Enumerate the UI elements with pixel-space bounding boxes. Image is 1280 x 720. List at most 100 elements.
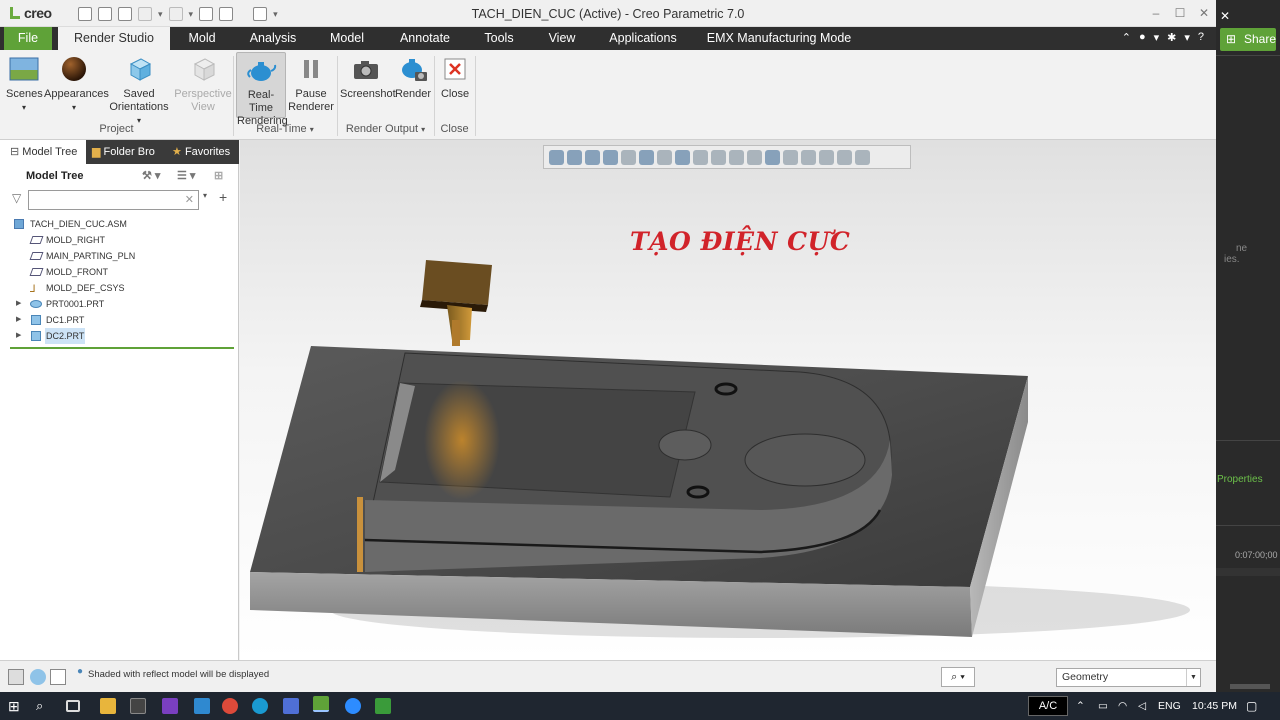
share-label: Share xyxy=(1244,32,1277,46)
tab-favorites[interactable]: ★ Favorites xyxy=(164,140,239,164)
camtasia-icon[interactable] xyxy=(375,698,391,714)
tab-model-tree[interactable]: ⊟ Model Tree xyxy=(0,140,86,164)
dropdown-icon[interactable]: ▾ xyxy=(1154,31,1160,44)
pause-renderer-button[interactable]: Pause Renderer xyxy=(288,52,334,114)
close-render-button[interactable]: Close xyxy=(438,52,472,101)
divider xyxy=(1216,525,1280,526)
tab-analysis[interactable]: Analysis xyxy=(243,27,303,50)
datum-plane-icon xyxy=(29,268,44,276)
visual-studio-icon[interactable] xyxy=(162,698,178,714)
appearances-button[interactable]: Appearances ▾ xyxy=(44,52,109,114)
edge-icon[interactable] xyxy=(252,698,268,714)
maximize-icon[interactable]: ☐ xyxy=(1168,0,1192,27)
help-icon[interactable]: ? xyxy=(1198,31,1204,44)
lightbulb-icon[interactable]: ● xyxy=(1139,31,1146,44)
battery-icon[interactable]: ▭ xyxy=(1098,692,1108,720)
part-icon xyxy=(31,315,41,325)
share-button[interactable]: ⊞ Share xyxy=(1220,28,1276,51)
dropdown-icon-2[interactable]: ▾ xyxy=(1184,31,1190,44)
perspective-view-button[interactable]: Perspective View xyxy=(174,52,232,114)
scrollbar[interactable] xyxy=(1230,684,1270,689)
tree-columns-icon[interactable]: ☰ ▾ xyxy=(177,164,195,188)
status-message: Shaded with reflect model will be displa… xyxy=(88,669,270,680)
tree-node-mold-right[interactable]: MOLD_RIGHT xyxy=(10,232,236,248)
collapse-ribbon-icon[interactable]: ⌃ xyxy=(1122,31,1131,44)
search-icon[interactable]: ⌕ xyxy=(36,698,52,714)
mold-model-render xyxy=(250,260,1190,638)
close-icon[interactable]: ✕ xyxy=(1192,0,1216,27)
tab-annotate[interactable]: Annotate xyxy=(392,27,458,50)
settings-icon[interactable]: ✱ xyxy=(1167,31,1176,44)
render-button[interactable]: Render xyxy=(394,52,432,101)
chrome-icon[interactable] xyxy=(222,698,238,714)
tree-node-dc2[interactable]: ▶ DC2.PRT xyxy=(10,328,236,344)
tree-node-dc1[interactable]: ▶ DC1.PRT xyxy=(10,312,236,328)
ac-indicator[interactable]: A/C xyxy=(1028,696,1068,716)
tree-node-mold-def-csys[interactable]: ⅃ MOLD_DEF_CSYS xyxy=(10,280,236,296)
properties-link[interactable]: Properties xyxy=(1217,474,1263,485)
tray-chevron-icon[interactable]: ⌃ xyxy=(1076,692,1085,720)
wifi-icon[interactable]: ◠ xyxy=(1118,692,1127,720)
volume-icon[interactable]: ◁ xyxy=(1138,692,1146,720)
selection-filter-value: Geometry xyxy=(1062,671,1109,683)
selection-filter-dropdown[interactable]: Geometry ▼ xyxy=(1056,668,1201,687)
mail-icon[interactable] xyxy=(283,698,299,714)
tree-toggle-icon[interactable] xyxy=(8,669,24,685)
screenshot-button[interactable]: Screenshot xyxy=(340,52,396,101)
model-tree: TACH_DIEN_CUC.ASM MOLD_RIGHT MAIN_PARTIN… xyxy=(10,216,236,344)
real-time-rendering-button[interactable]: Real-Time Rendering xyxy=(236,52,288,127)
tab-render-studio[interactable]: Render Studio xyxy=(58,27,170,50)
tab-favorites-label: Favorites xyxy=(184,146,231,158)
graphics-viewport[interactable]: TẠO ĐIỆN CỰC xyxy=(240,140,1216,660)
tree-node-assembly[interactable]: TACH_DIEN_CUC.ASM xyxy=(10,216,236,232)
model-tree-panel: ⊟ Model Tree ▆ Folder Bro ★ Favorites Mo… xyxy=(0,140,239,660)
search-dropdown-icon[interactable]: ▾ xyxy=(203,191,207,200)
browser-toggle-icon[interactable] xyxy=(30,669,46,685)
tab-model[interactable]: Model xyxy=(317,27,377,50)
tree-settings-icon[interactable]: ⚒ ▾ xyxy=(142,164,160,188)
task-view-icon[interactable] xyxy=(66,700,80,712)
expand-icon[interactable]: ▶ xyxy=(16,296,21,312)
media-player-icon[interactable] xyxy=(130,698,146,714)
scenes-button[interactable]: Scenes ▾ xyxy=(6,52,43,114)
file-explorer-icon[interactable] xyxy=(100,698,116,714)
language-indicator[interactable]: ENG xyxy=(1158,692,1181,720)
minimize-icon[interactable]: – xyxy=(1144,0,1168,27)
find-binoculars-icon[interactable]: ⌕ ▾ xyxy=(941,667,975,687)
side-text-1: ne xyxy=(1236,243,1248,254)
windows-taskbar: ⊞ ⌕ A/C ⌃ ▭ ◠ ◁ ENG 10:45 PM ▢ xyxy=(0,692,1280,720)
tree-node-label: DC2.PRT xyxy=(45,328,86,344)
tab-tools[interactable]: Tools xyxy=(474,27,524,50)
tree-node-prt0001[interactable]: ▶ PRT0001.PRT xyxy=(10,296,236,312)
close-icon[interactable]: ✕ xyxy=(1220,9,1230,23)
pen-app-icon[interactable] xyxy=(194,698,210,714)
search-input[interactable]: ✕ xyxy=(28,190,199,210)
model-tree-tab-icon: ⊟ xyxy=(10,146,20,158)
tree-filter-icon[interactable]: ⊞ xyxy=(214,164,223,188)
group-separator xyxy=(475,56,476,136)
tree-node-mold-front[interactable]: MOLD_FRONT xyxy=(10,264,236,280)
fullscreen-icon[interactable] xyxy=(50,669,66,685)
group-label-render-output: Render Output xyxy=(345,123,419,135)
group-label-render-output-row: Render Output ▾ xyxy=(337,123,434,135)
zoom-icon[interactable] xyxy=(345,698,361,714)
clear-search-icon[interactable]: ✕ xyxy=(185,193,194,206)
saved-orientations-button[interactable]: Saved Orientations ▾ xyxy=(106,52,172,127)
tree-node-main-parting-pln[interactable]: MAIN_PARTING_PLN xyxy=(10,248,236,264)
round-boss-small xyxy=(658,429,712,461)
creo-taskbar-icon[interactable] xyxy=(313,696,329,712)
clock[interactable]: 10:45 PM xyxy=(1192,692,1237,720)
tab-applications[interactable]: Applications xyxy=(603,27,683,50)
expand-icon[interactable]: ▶ xyxy=(16,312,21,328)
filter-icon[interactable]: ▽ xyxy=(12,191,21,205)
favorites-icon: ★ xyxy=(172,146,182,158)
tab-file[interactable]: File xyxy=(4,27,52,50)
windows-start-icon[interactable]: ⊞ xyxy=(8,698,24,714)
tab-folder-browser[interactable]: ▆ Folder Bro xyxy=(86,140,164,164)
expand-icon[interactable]: ▶ xyxy=(16,328,21,344)
tab-mold[interactable]: Mold xyxy=(172,27,232,50)
notifications-icon[interactable]: ▢ xyxy=(1246,692,1257,720)
tab-view[interactable]: View xyxy=(540,27,584,50)
add-icon[interactable]: + xyxy=(219,189,227,205)
tab-emx[interactable]: EMX Manufacturing Mode xyxy=(703,27,855,50)
